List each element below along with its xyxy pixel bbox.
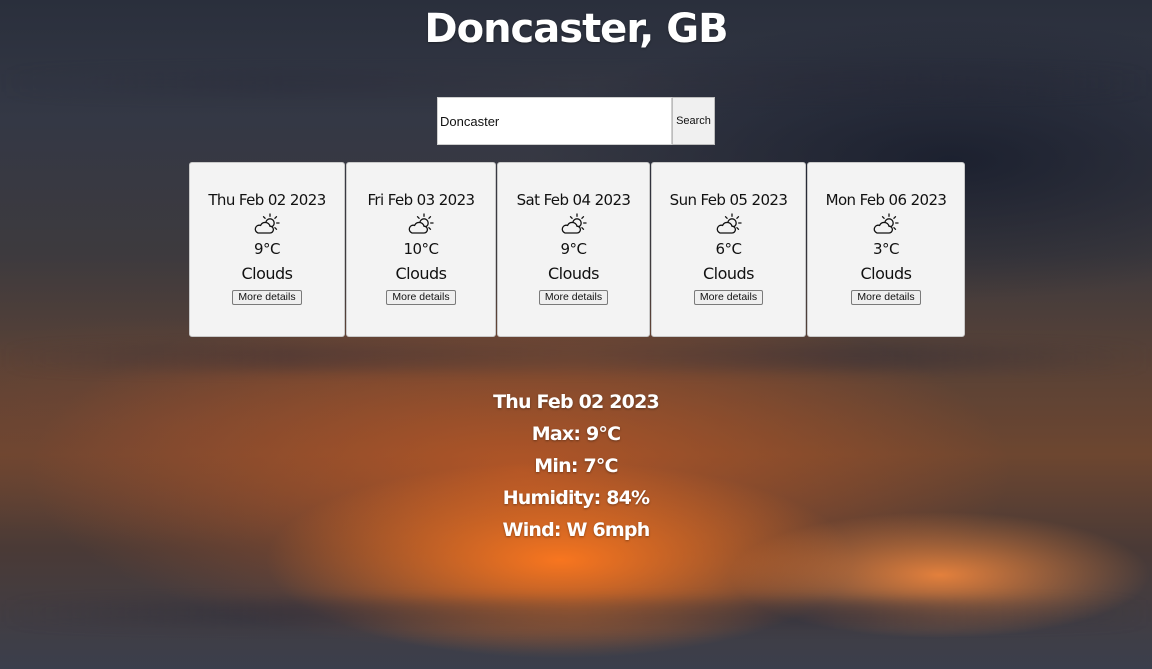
background-cloud xyxy=(0,70,1152,96)
partly-cloudy-icon xyxy=(873,213,899,234)
more-details-button[interactable]: More details xyxy=(232,290,302,305)
more-details-button[interactable]: More details xyxy=(538,290,609,305)
forecast-date: Sat Feb 04 2023 xyxy=(516,191,631,209)
background-cloud xyxy=(0,345,1152,371)
forecast-description: Clouds xyxy=(860,264,912,283)
forecast-cards: Thu Feb 02 2023 9°C Clouds More details … xyxy=(189,162,965,337)
forecast-card: Mon Feb 06 2023 3°C Clouds More details xyxy=(807,162,965,337)
forecast-card: Fri Feb 03 2023 10°C Clouds More details xyxy=(346,162,496,337)
details-min-temp: Min: 7°C xyxy=(534,455,618,477)
details-date: Thu Feb 02 2023 xyxy=(493,391,660,413)
partly-cloudy-icon xyxy=(254,213,280,234)
forecast-description: Clouds xyxy=(547,264,600,283)
partly-cloudy-icon xyxy=(408,213,434,234)
forecast-card: Sat Feb 04 2023 9°C Clouds More details xyxy=(497,162,650,337)
more-details-button[interactable]: More details xyxy=(693,290,764,305)
forecast-description: Clouds xyxy=(702,264,755,283)
day-details: Thu Feb 02 2023 Max: 9°C Min: 7°C Humidi… xyxy=(0,386,1152,546)
forecast-description: Clouds xyxy=(241,264,293,283)
forecast-card: Sun Feb 05 2023 6°C Clouds More details xyxy=(651,162,806,337)
forecast-date: Mon Feb 06 2023 xyxy=(825,191,947,209)
forecast-description: Clouds xyxy=(395,264,447,283)
page-title: Doncaster, GB xyxy=(424,6,728,52)
search-button[interactable]: Search xyxy=(672,97,715,145)
details-max-temp: Max: 9°C xyxy=(531,423,621,445)
forecast-temp: 10°C xyxy=(403,240,439,258)
forecast-card: Thu Feb 02 2023 9°C Clouds More details xyxy=(189,162,345,337)
forecast-date: Fri Feb 03 2023 xyxy=(367,191,476,209)
search-input[interactable] xyxy=(437,97,672,145)
forecast-temp: 9°C xyxy=(253,240,281,258)
more-details-button[interactable]: More details xyxy=(386,290,456,305)
forecast-date: Thu Feb 02 2023 xyxy=(208,191,326,209)
search-form: Search xyxy=(437,97,715,145)
background-cloud xyxy=(0,600,1152,626)
forecast-temp: 9°C xyxy=(560,240,587,258)
forecast-date: Sun Feb 05 2023 xyxy=(669,191,788,209)
details-humidity: Humidity: 84% xyxy=(502,487,650,509)
more-details-button[interactable]: More details xyxy=(851,290,921,305)
details-wind: Wind: W 6mph xyxy=(502,519,651,541)
partly-cloudy-icon xyxy=(561,213,587,234)
forecast-temp: 3°C xyxy=(872,240,900,258)
forecast-temp: 6°C xyxy=(715,240,742,258)
partly-cloudy-icon xyxy=(716,213,742,234)
